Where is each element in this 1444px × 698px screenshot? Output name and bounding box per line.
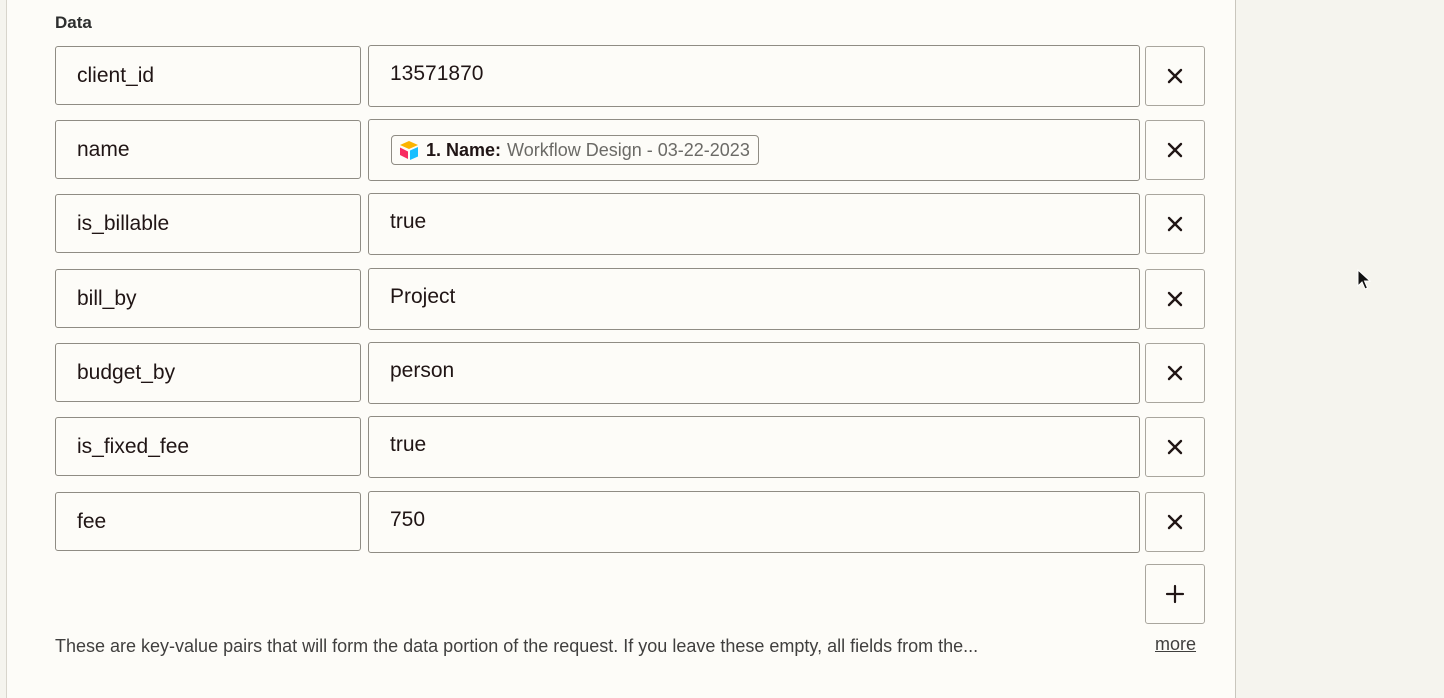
remove-row-button[interactable] — [1145, 492, 1205, 552]
help-text: These are key-value pairs that will form… — [55, 636, 979, 656]
value-text: 750 — [390, 508, 426, 531]
remove-row-button[interactable] — [1145, 46, 1205, 106]
data-row: budget_by person — [7, 342, 1235, 405]
remove-row-button[interactable] — [1145, 194, 1205, 254]
value-text: true — [390, 210, 427, 233]
remove-row-button[interactable] — [1145, 417, 1205, 477]
key-field[interactable]: bill_by — [55, 269, 361, 328]
key-field[interactable]: budget_by — [55, 343, 361, 402]
key-field[interactable]: is_fixed_fee — [55, 417, 361, 476]
key-field[interactable]: name — [55, 120, 361, 179]
key-field[interactable]: is_billable — [55, 194, 361, 253]
airtable-icon — [400, 141, 418, 160]
mouse-cursor-icon — [1357, 269, 1371, 290]
plus-icon — [1165, 584, 1185, 604]
value-field[interactable]: 1. Name: Workflow Design - 03-22-2023 — [368, 119, 1140, 181]
value-field[interactable]: 13571870 — [368, 45, 1140, 107]
add-row-button[interactable] — [1145, 564, 1205, 624]
close-icon — [1167, 291, 1183, 307]
value-text: Project — [390, 285, 456, 308]
data-row: name 1. Name: Workflow Design - 03-22-20… — [7, 119, 1235, 182]
close-icon — [1167, 216, 1183, 232]
value-text: true — [390, 433, 427, 456]
value-text: 13571870 — [390, 62, 484, 85]
more-link[interactable]: more — [1155, 634, 1196, 655]
close-icon — [1167, 142, 1183, 158]
value-field[interactable]: person — [368, 342, 1140, 404]
data-row: client_id 13571870 — [7, 45, 1235, 108]
value-text: person — [390, 359, 455, 382]
mapped-field-pill[interactable]: 1. Name: Workflow Design - 03-22-2023 — [391, 135, 759, 165]
value-field[interactable]: true — [368, 193, 1140, 255]
data-row: is_fixed_fee true — [7, 416, 1235, 479]
close-icon — [1167, 439, 1183, 455]
value-field[interactable]: Project — [368, 268, 1140, 330]
pill-value: Workflow Design - 03-22-2023 — [507, 139, 750, 160]
close-icon — [1167, 68, 1183, 84]
key-field[interactable]: client_id — [55, 46, 361, 105]
close-icon — [1167, 365, 1183, 381]
data-panel: Data client_id 13571870 name 1. Name: Wo… — [6, 0, 1236, 698]
data-row: fee 750 — [7, 491, 1235, 554]
remove-row-button[interactable] — [1145, 343, 1205, 403]
data-section-label: Data — [55, 13, 92, 32]
key-field[interactable]: fee — [55, 492, 361, 551]
data-row: is_billable true — [7, 193, 1235, 256]
value-field[interactable]: true — [368, 416, 1140, 478]
value-field[interactable]: 750 — [368, 491, 1140, 553]
remove-row-button[interactable] — [1145, 120, 1205, 180]
remove-row-button[interactable] — [1145, 269, 1205, 329]
close-icon — [1167, 514, 1183, 530]
pill-step-label: 1. Name: — [426, 139, 502, 160]
data-row: bill_by Project — [7, 268, 1235, 331]
